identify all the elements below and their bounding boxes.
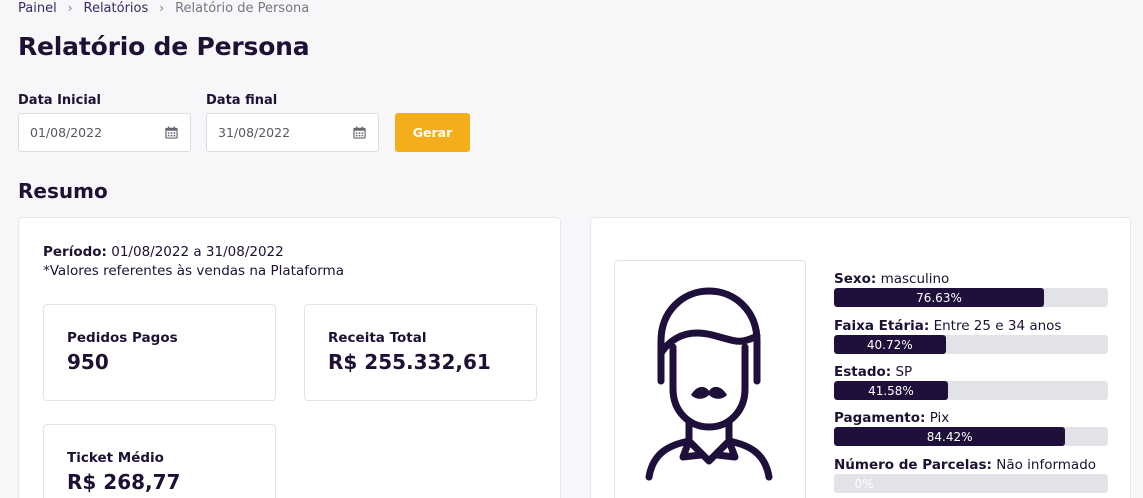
progress-bar: 0%	[834, 474, 1108, 493]
section-title-resumo: Resumo	[18, 179, 108, 203]
breadcrumb-item-relatorios[interactable]: Relatórios	[84, 1, 149, 16]
metric-card-receita-total: Receita Total R$ 255.332,61	[304, 304, 537, 401]
metric-label: Receita Total	[328, 330, 427, 346]
calendar-icon[interactable]	[353, 126, 366, 139]
stat-label: Pagamento: Pix	[834, 410, 950, 426]
metric-card-ticket-medio: Ticket Médio R$ 268,77	[43, 424, 276, 498]
period-value: 01/08/2022 a 31/08/2022	[111, 244, 284, 260]
progress-bar: 76.63%	[834, 288, 1108, 307]
start-date-label: Data Inicial	[18, 93, 102, 108]
progress-bar: 41.58%	[834, 381, 1108, 400]
breadcrumb: Painel › Relatórios › Relatório de Perso…	[18, 0, 309, 16]
breadcrumb-item-current: Relatório de Persona	[175, 0, 310, 16]
start-date-input[interactable]: 01/08/2022	[18, 113, 191, 152]
persona-avatar	[614, 260, 806, 498]
metric-value: 950	[67, 350, 109, 374]
persona-stat-estado: Estado: SP 41.58%	[834, 364, 1108, 400]
progress-percent: 41.58%	[868, 383, 914, 398]
stat-label: Estado: SP	[834, 364, 913, 380]
generate-button[interactable]: Gerar	[395, 113, 470, 152]
metric-value: R$ 255.332,61	[328, 350, 491, 374]
breadcrumb-item-painel[interactable]: Painel	[18, 1, 57, 16]
sales-note: *Valores referentes às vendas na Platafo…	[43, 263, 344, 279]
progress-bar: 40.72%	[834, 335, 1108, 354]
persona-stat-faixa-etaria: Faixa Etária: Entre 25 e 34 anos 40.72%	[834, 318, 1108, 354]
persona-stat-pagamento: Pagamento: Pix 84.42%	[834, 410, 1108, 446]
progress-bar: 84.42%	[834, 427, 1108, 446]
progress-percent: 0%	[854, 476, 874, 491]
persona-avatar-icon	[645, 287, 773, 481]
progress-percent: 76.63%	[916, 290, 962, 305]
summary-card: Período: 01/08/2022 a 31/08/2022 *Valore…	[18, 217, 561, 498]
end-date-value: 31/08/2022	[218, 125, 291, 140]
metric-card-pedidos-pagos: Pedidos Pagos 950	[43, 304, 276, 401]
chevron-right-icon: ›	[159, 1, 165, 15]
stat-label: Número de Parcelas: Não informado	[834, 457, 1097, 473]
period-text: Período: 01/08/2022 a 31/08/2022	[43, 244, 284, 260]
chevron-right-icon: ›	[67, 1, 73, 15]
stat-label: Sexo: masculino	[834, 271, 950, 287]
persona-card: Sexo: masculino 76.63% Faixa Etária: Ent…	[590, 217, 1131, 498]
period-label: Período:	[43, 244, 107, 260]
metric-label: Ticket Médio	[67, 450, 164, 466]
end-date-input[interactable]: 31/08/2022	[206, 113, 379, 152]
start-date-value: 01/08/2022	[30, 125, 103, 140]
progress-percent: 84.42%	[926, 429, 973, 444]
persona-stat-sexo: Sexo: masculino 76.63%	[834, 271, 1108, 307]
end-date-label: Data final	[206, 93, 278, 108]
progress-percent: 40.72%	[866, 337, 913, 352]
metric-label: Pedidos Pagos	[67, 330, 178, 346]
metric-value: R$ 268,77	[67, 470, 181, 494]
persona-stat-parcelas: Número de Parcelas: Não informado 0%	[834, 457, 1108, 493]
calendar-icon[interactable]	[165, 126, 178, 139]
page-title: Relatório de Persona	[18, 32, 310, 61]
stat-label: Faixa Etária: Entre 25 e 34 anos	[834, 318, 1062, 334]
